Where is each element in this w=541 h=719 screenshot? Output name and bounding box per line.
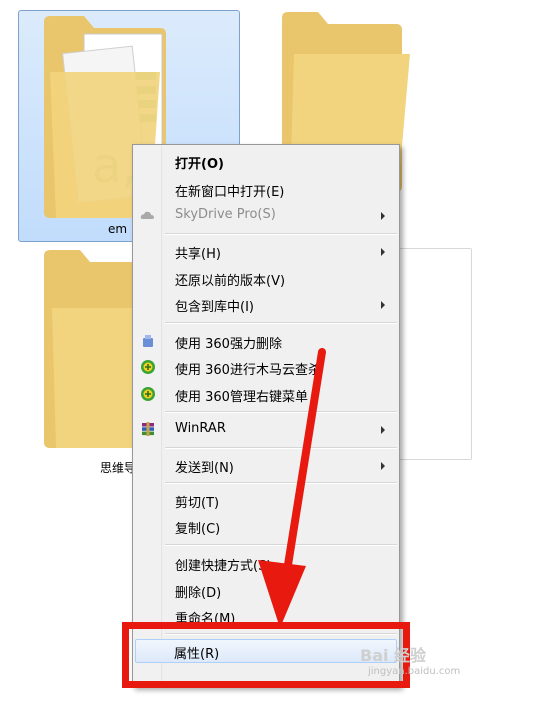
watermark-site: jingyan.baidu.com	[368, 666, 461, 677]
annotation-arrow-icon	[258, 348, 326, 628]
watermark: Bai 经验 jingyan.baidu.com	[360, 642, 460, 677]
watermark-brand: Bai 经验	[360, 646, 427, 665]
